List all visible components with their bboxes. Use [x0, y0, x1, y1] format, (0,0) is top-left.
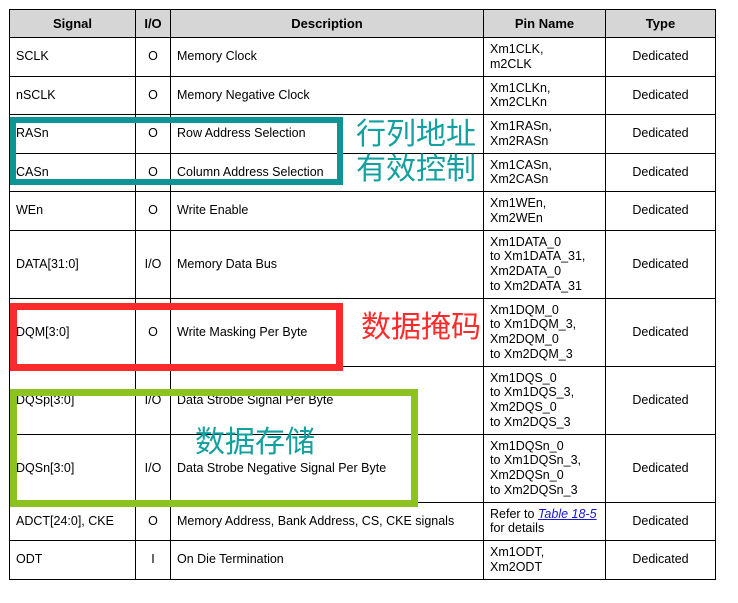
table-row: DQSn[3:0] I/O Data Strobe Negative Signa…: [9, 433, 716, 503]
cell-description: Write Masking Per Byte: [170, 297, 484, 367]
cell-io: O: [135, 297, 171, 367]
cell-type: Dedicated: [605, 540, 716, 580]
memory-pin-description-table: Signal I/O Description Pin Name Type SCL…: [9, 9, 716, 580]
cell-signal: DATA[31:0]: [9, 229, 136, 299]
cell-io: O: [135, 114, 171, 154]
cell-signal: nSCLK: [9, 75, 136, 115]
cell-type: Dedicated: [605, 433, 716, 503]
cell-description: Row Address Selection: [170, 114, 484, 154]
table-row: DQSp[3:0] I/O Data Strobe Signal Per Byt…: [9, 365, 716, 435]
cell-type: Dedicated: [605, 365, 716, 435]
cell-description: Write Enable: [170, 191, 484, 231]
table-row: ODT I On Die Termination Xm1ODT, Xm2ODT …: [9, 540, 716, 580]
table-header: Signal I/O Description Pin Name Type: [9, 9, 716, 38]
cell-type: Dedicated: [605, 75, 716, 115]
cell-io: I/O: [135, 433, 171, 503]
column-header-description: Description: [170, 9, 484, 38]
cell-pin-name: Xm1RASn, Xm2RASn: [483, 114, 606, 154]
cell-type: Dedicated: [605, 229, 716, 299]
cell-description: Data Strobe Signal Per Byte: [170, 365, 484, 435]
cell-description: Memory Address, Bank Address, CS, CKE si…: [170, 501, 484, 541]
cell-io: O: [135, 191, 171, 231]
cell-io: O: [135, 75, 171, 115]
cell-pin-name: Xm1DQSn_0 to Xm1DQSn_3, Xm2DQSn_0 to Xm2…: [483, 433, 606, 503]
table-row: WEn O Write Enable Xm1WEn, Xm2WEn Dedica…: [9, 191, 716, 231]
pin-ref-suffix: for details: [490, 521, 545, 536]
cell-type: Dedicated: [605, 501, 716, 541]
cell-signal: CASn: [9, 152, 136, 192]
cell-description: Data Strobe Negative Signal Per Byte: [170, 433, 484, 503]
cell-signal: WEn: [9, 191, 136, 231]
cell-type: Dedicated: [605, 297, 716, 367]
column-header-type: Type: [605, 9, 716, 38]
cell-pin-name: Xm1CLKn, Xm2CLKn: [483, 75, 606, 115]
pin-ref-prefix: Refer to: [490, 506, 538, 521]
cell-signal: RASn: [9, 114, 136, 154]
table-row: nSCLK O Memory Negative Clock Xm1CLKn, X…: [9, 75, 716, 115]
table-row: CASn O Column Address Selection Xm1CASn,…: [9, 152, 716, 192]
cell-io: I/O: [135, 365, 171, 435]
cell-type: Dedicated: [605, 114, 716, 154]
cell-pin-name: Xm1WEn, Xm2WEn: [483, 191, 606, 231]
cell-type: Dedicated: [605, 191, 716, 231]
cell-pin-name: Xm1DQM_0 to Xm1DQM_3, Xm2DQM_0 to Xm2DQM…: [483, 297, 606, 367]
cell-signal: DQSn[3:0]: [9, 433, 136, 503]
document-page: Signal I/O Description Pin Name Type SCL…: [0, 0, 738, 603]
column-header-io: I/O: [135, 9, 171, 38]
cell-io: O: [135, 152, 171, 192]
cell-signal: SCLK: [9, 37, 136, 77]
table-row: RASn O Row Address Selection Xm1RASn, Xm…: [9, 114, 716, 154]
cell-pin-name: Xm1ODT, Xm2ODT: [483, 540, 606, 580]
table-row: DATA[31:0] I/O Memory Data Bus Xm1DATA_0…: [9, 229, 716, 299]
cell-io: I: [135, 540, 171, 580]
cell-signal: DQSp[3:0]: [9, 365, 136, 435]
cell-description: Memory Negative Clock: [170, 75, 484, 115]
cell-signal: DQM[3:0]: [9, 297, 136, 367]
cell-signal: ADCT[24:0], CKE: [9, 501, 136, 541]
cell-type: Dedicated: [605, 152, 716, 192]
column-header-signal: Signal: [9, 9, 136, 38]
cell-io: O: [135, 501, 171, 541]
cell-description: On Die Termination: [170, 540, 484, 580]
cell-pin-name: Xm1DQS_0 to Xm1DQS_3, Xm2DQS_0 to Xm2DQS…: [483, 365, 606, 435]
table-row: DQM[3:0] O Write Masking Per Byte Xm1DQM…: [9, 297, 716, 367]
cell-signal: ODT: [9, 540, 136, 580]
table-row: SCLK O Memory Clock Xm1CLK, m2CLK Dedica…: [9, 37, 716, 77]
cell-pin-name: Xm1CLK, m2CLK: [483, 37, 606, 77]
table-18-5-link[interactable]: Table 18-5: [538, 507, 597, 521]
cell-description: Memory Data Bus: [170, 229, 484, 299]
cell-description: Column Address Selection: [170, 152, 484, 192]
cell-io: I/O: [135, 229, 171, 299]
table-header-row: Signal I/O Description Pin Name Type: [9, 9, 716, 38]
cell-type: Dedicated: [605, 37, 716, 77]
cell-description: Memory Clock: [170, 37, 484, 77]
cell-io: O: [135, 37, 171, 77]
table-body: SCLK O Memory Clock Xm1CLK, m2CLK Dedica…: [9, 37, 716, 580]
cell-pin-name-reference: Refer to Table 18-5 for details: [483, 501, 606, 541]
table-row: ADCT[24:0], CKE O Memory Address, Bank A…: [9, 501, 716, 541]
cell-pin-name: Xm1DATA_0 to Xm1DATA_31, Xm2DATA_0 to Xm…: [483, 229, 606, 299]
column-header-pin-name: Pin Name: [483, 9, 606, 38]
cell-pin-name: Xm1CASn, Xm2CASn: [483, 152, 606, 192]
